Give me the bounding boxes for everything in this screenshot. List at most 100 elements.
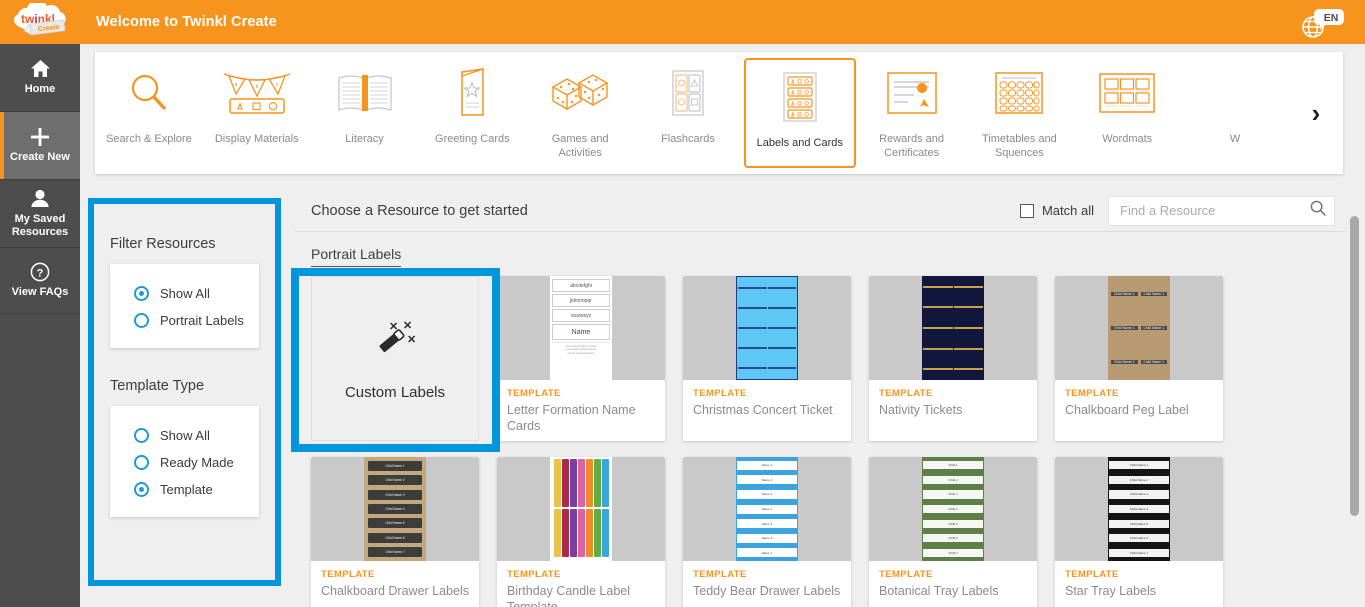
card-chalkboard-peg-label[interactable]: Child Name 1 Child Name 1 Child Name 1 C… [1055, 276, 1223, 441]
radio-filter-portrait-labels[interactable]: Portrait Labels [110, 307, 259, 334]
radio-label: Ready Made [160, 455, 234, 470]
sidebar-item-my-saved-resources[interactable]: My Saved Resources [0, 180, 80, 248]
card-kicker: TEMPLATE [321, 569, 469, 580]
radio-icon [134, 455, 149, 470]
category-strip: Search & Explore a b c Display Materials [95, 52, 1343, 174]
card-letter-formation-name-cards[interactable]: abcdefghi jklmnopqr stuvwxyz Name lorem … [497, 276, 665, 441]
radio-label: Template [160, 482, 213, 497]
radio-label: Show All [160, 428, 210, 443]
app-header: twinkl Create Welcome to Twinkl Create E… [0, 0, 1365, 44]
card-thumbnail [497, 457, 665, 561]
thumb-nativity [922, 276, 984, 380]
filter-panel: Filter Resources Show All Portrait Label… [94, 204, 275, 580]
category-rewards-certificates[interactable]: Rewards and Certificates [858, 52, 966, 174]
sidebar-item-home[interactable]: Home [0, 44, 80, 112]
category-label: Greeting Cards [435, 132, 510, 146]
card-chalkboard-drawer-labels[interactable]: Child Name 1 Child Name 2 Child Name 3 C… [311, 457, 479, 607]
card-kicker: TEMPLATE [507, 569, 655, 580]
category-truncated[interactable]: W [1181, 52, 1289, 174]
main-content: Choose a Resource to get started Match a… [295, 190, 1347, 607]
card-thumbnail: Child 1 Child 2 Child 3 Child 4 Child 5 … [869, 457, 1037, 561]
card-title: Birthday Candle Label Template [507, 583, 655, 607]
search-icon[interactable] [1310, 200, 1326, 221]
category-literacy[interactable]: Literacy [311, 52, 419, 174]
thumb-botanical: Child 1 Child 2 Child 3 Child 4 Child 5 … [922, 457, 984, 561]
category-next-arrow[interactable]: › [1289, 52, 1343, 174]
globe-icon: EN [1295, 3, 1347, 41]
category-wordmats[interactable]: Wordmats [1073, 52, 1181, 174]
card-christmas-concert-ticket[interactable]: TEMPLATE Christmas Concert Ticket [683, 276, 851, 441]
sidebar-item-view-faqs[interactable]: ? View FAQs [0, 248, 80, 314]
card-nativity-tickets[interactable]: TEMPLATE Nativity Tickets [869, 276, 1037, 441]
language-selector[interactable]: EN [1295, 3, 1347, 41]
radio-label: Portrait Labels [160, 313, 244, 328]
svg-text:c: c [275, 82, 278, 88]
card-title: Nativity Tickets [879, 402, 1027, 418]
category-search-explore[interactable]: Search & Explore [95, 52, 203, 174]
category-labels-and-cards[interactable]: Labels and Cards [744, 58, 856, 168]
card-teddy-bear-drawer-labels[interactable]: Name 1 Name 2 Name 3 Name 4 Name 5 Name … [683, 457, 851, 607]
question-circle-icon: ? [30, 262, 50, 282]
content-scrollbar[interactable] [1350, 216, 1359, 596]
radio-type-template[interactable]: Template [110, 476, 259, 503]
card-thumbnail: Name 1 Name 2 Name 3 Name 4 Name 5 Name … [683, 457, 851, 561]
sidebar-item-label-line2: Resources [12, 226, 68, 239]
card-botanical-tray-labels[interactable]: Child 1 Child 2 Child 3 Child 4 Child 5 … [869, 457, 1037, 607]
category-timetables-sequences[interactable]: Timetables and Squences [966, 52, 1074, 174]
open-book-icon [335, 62, 395, 124]
category-greeting-cards[interactable]: Greeting Cards [418, 52, 526, 174]
category-label: W [1230, 132, 1240, 146]
card-star-tray-labels[interactable]: Child Name 1 Child Name 2 Child Name 3 C… [1055, 457, 1223, 607]
card-kicker: TEMPLATE [1065, 388, 1213, 399]
thumb-birthday-candle [550, 457, 612, 561]
card-custom-labels[interactable]: ✕ ✕ ✕ Custom Labels [311, 276, 479, 441]
language-code: EN [1324, 12, 1339, 24]
category-label: Wordmats [1102, 132, 1152, 146]
twinkl-logo[interactable]: twinkl Create [0, 0, 80, 44]
thumb-teddy-bear: Name 1 Name 2 Name 3 Name 4 Name 5 Name … [736, 457, 798, 561]
card-birthday-candle-label-template[interactable]: TEMPLATE Birthday Candle Label Template [497, 457, 665, 607]
category-label: Search & Explore [106, 132, 192, 146]
svg-text:✕: ✕ [407, 334, 416, 346]
dice-icon [549, 62, 611, 124]
sidebar-item-label-line1: My Saved [15, 213, 66, 226]
home-icon [30, 59, 51, 79]
scrollbar-thumb[interactable] [1350, 216, 1359, 516]
sidebar-item-create-new[interactable]: Create New [0, 112, 80, 180]
card-kicker: TEMPLATE [1065, 569, 1213, 580]
match-all-label: Match all [1042, 203, 1094, 218]
section-tab-portrait-labels[interactable]: Portrait Labels [295, 232, 1347, 264]
category-games-activities[interactable]: Games and Activities [526, 52, 634, 174]
grid-icon [992, 62, 1046, 124]
card-thumbnail [869, 276, 1037, 380]
custom-labels-text: Custom Labels [345, 384, 445, 401]
radio-type-ready-made[interactable]: Ready Made [110, 449, 259, 476]
person-icon [30, 189, 50, 209]
radio-filter-show-all[interactable]: Show All [110, 280, 259, 307]
main-toolbar: Choose a Resource to get started Match a… [295, 190, 1347, 232]
card-thumbnail [683, 276, 851, 380]
category-label: Display Materials [215, 132, 299, 146]
template-type-heading: Template Type [110, 348, 259, 406]
thumb-letter-formation: abcdefghi jklmnopqr stuvwxyz Name lorem … [550, 276, 612, 380]
folded-card-icon [450, 62, 494, 124]
template-type-box: Show All Ready Made Template [110, 406, 259, 517]
card-kicker: TEMPLATE [693, 569, 841, 580]
search-input[interactable] [1120, 203, 1310, 218]
sidebar-item-label: Home [25, 83, 56, 96]
resource-search-box[interactable] [1108, 196, 1335, 226]
category-display-materials[interactable]: a b c Display Materials [203, 52, 311, 174]
certificate-icon [884, 62, 940, 124]
match-all-checkbox[interactable] [1020, 204, 1034, 218]
thumb-chalkboard-peg: Child Name 1 Child Name 1 Child Name 1 C… [1108, 276, 1170, 380]
radio-icon [134, 482, 149, 497]
filter-resources-heading: Filter Resources [110, 204, 259, 264]
card-thumbnail: abcdefghi jklmnopqr stuvwxyz Name lorem … [497, 276, 665, 380]
radio-icon [134, 428, 149, 443]
category-flashcards[interactable]: Flashcards [634, 52, 742, 174]
card-title: Star Tray Labels [1065, 583, 1213, 599]
card-thumbnail: Child Name 1 Child Name 2 Child Name 3 C… [1055, 457, 1223, 561]
magnifier-icon [126, 62, 172, 124]
page-title: Welcome to Twinkl Create [96, 14, 277, 30]
radio-type-show-all[interactable]: Show All [110, 422, 259, 449]
